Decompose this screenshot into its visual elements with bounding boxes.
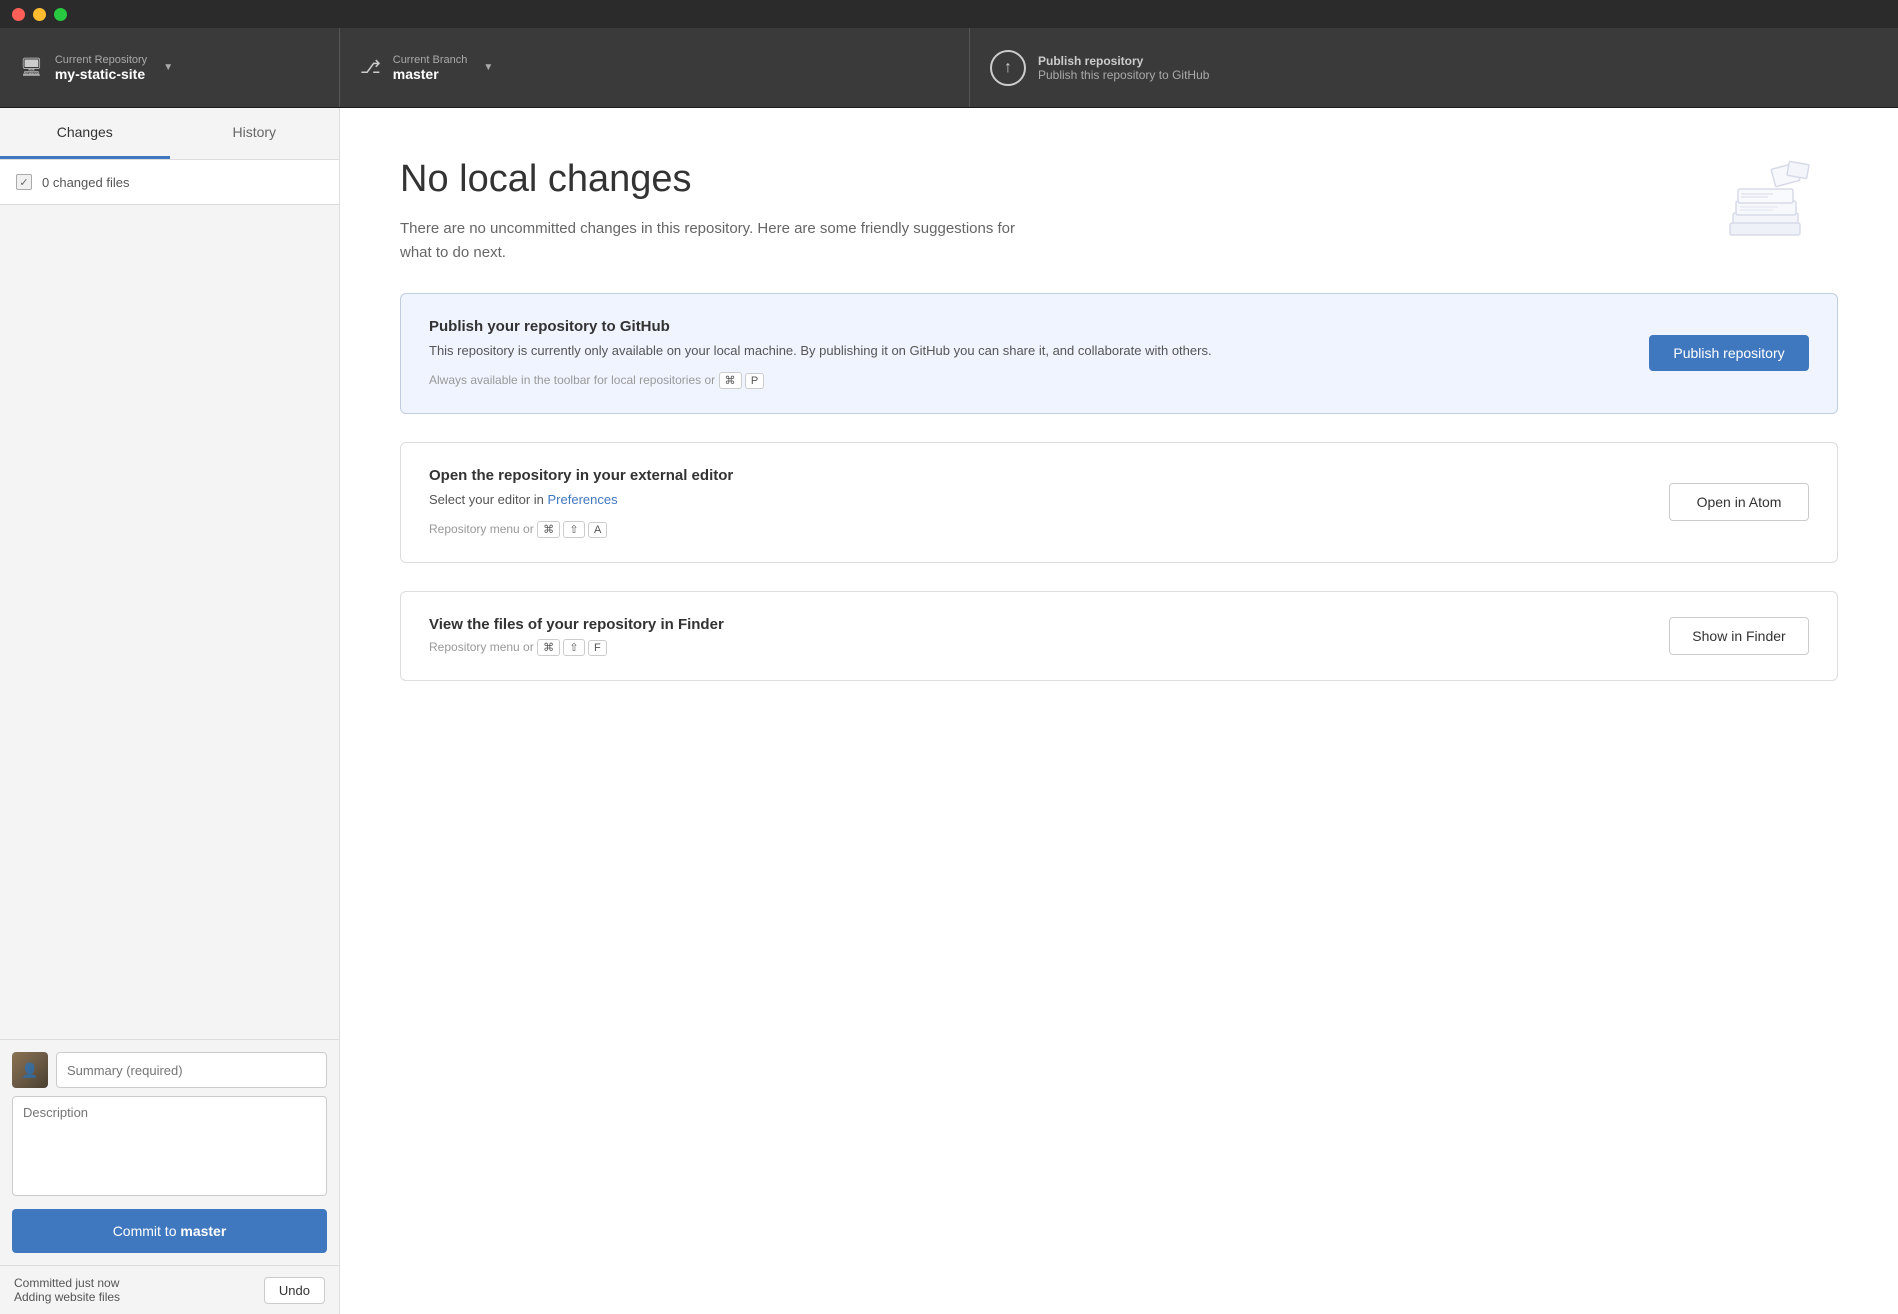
repo-info: Current Repository my-static-site bbox=[55, 54, 147, 82]
finder-card: View the files of your repository in Fin… bbox=[400, 591, 1838, 681]
repo-name: my-static-site bbox=[55, 66, 147, 82]
editor-card: Open the repository in your external edi… bbox=[400, 442, 1838, 563]
commit-button[interactable]: Commit to master bbox=[12, 1209, 327, 1253]
main-content: No local changes There are no uncommitte… bbox=[340, 108, 1898, 1314]
maximize-button[interactable] bbox=[54, 8, 67, 21]
editor-card-title: Open the repository in your external edi… bbox=[429, 467, 1649, 484]
finder-card-content: View the files of your repository in Fin… bbox=[429, 616, 1649, 656]
publish-card-title: Publish your repository to GitHub bbox=[429, 318, 1629, 335]
status-bar: Committed just now Adding website files … bbox=[0, 1265, 339, 1314]
publish-card-desc: This repository is currently only availa… bbox=[429, 341, 1629, 362]
files-list-area bbox=[0, 205, 339, 1039]
show-in-finder-button[interactable]: Show in Finder bbox=[1669, 617, 1809, 655]
titlebar bbox=[0, 0, 1898, 28]
commit-message: Adding website files bbox=[14, 1290, 120, 1304]
publish-card-hint: Always available in the toolbar for loca… bbox=[429, 372, 1629, 389]
avatar: 👤 bbox=[12, 1052, 48, 1088]
publish-icon: ↑ bbox=[990, 50, 1026, 86]
tab-changes[interactable]: Changes bbox=[0, 108, 170, 159]
changed-files-count: 0 changed files bbox=[42, 175, 129, 190]
minimize-button[interactable] bbox=[33, 8, 46, 21]
close-button[interactable] bbox=[12, 8, 25, 21]
no-changes-title: No local changes bbox=[400, 158, 1838, 201]
summary-input[interactable] bbox=[56, 1052, 327, 1088]
publish-title: Publish repository bbox=[1038, 54, 1209, 68]
editor-card-content: Open the repository in your external edi… bbox=[429, 467, 1649, 538]
sidebar-tabs: Changes History bbox=[0, 108, 339, 160]
finder-kbd1: ⌘ bbox=[537, 639, 560, 656]
publish-card: Publish your repository to GitHub This r… bbox=[400, 293, 1838, 414]
editor-kbd3: A bbox=[588, 522, 607, 538]
publish-kbd2: P bbox=[745, 373, 764, 389]
repo-icon: 🖥 bbox=[20, 57, 43, 78]
finder-kbd3: F bbox=[588, 640, 607, 656]
main-layout: Changes History ✓ 0 changed files 👤 bbox=[0, 108, 1898, 1314]
editor-kbd1: ⌘ bbox=[537, 521, 560, 538]
open-in-atom-button[interactable]: Open in Atom bbox=[1669, 483, 1809, 521]
branch-icon: ⎇ bbox=[360, 57, 381, 78]
commit-summary-row: 👤 bbox=[12, 1052, 327, 1088]
commit-button-label: Commit to master bbox=[113, 1223, 227, 1239]
branch-label: Current Branch bbox=[393, 54, 468, 66]
undo-button[interactable]: Undo bbox=[264, 1277, 325, 1304]
editor-card-hint: Repository menu or ⌘ ⇧ A bbox=[429, 521, 1649, 538]
tab-history[interactable]: History bbox=[170, 108, 340, 159]
description-textarea[interactable] bbox=[12, 1096, 327, 1196]
finder-card-hint: Repository menu or ⌘ ⇧ F bbox=[429, 639, 1649, 656]
publish-card-content: Publish your repository to GitHub This r… bbox=[429, 318, 1629, 389]
branch-name: master bbox=[393, 66, 468, 82]
publish-kbd1: ⌘ bbox=[719, 372, 742, 389]
commit-status: Committed just now Adding website files bbox=[14, 1276, 120, 1304]
branch-info: Current Branch master bbox=[393, 54, 468, 82]
repo-label: Current Repository bbox=[55, 54, 147, 66]
no-changes-desc: There are no uncommitted changes in this… bbox=[400, 217, 1040, 265]
publish-info: Publish repository Publish this reposito… bbox=[1038, 54, 1209, 82]
editor-card-desc: Select your editor in Preferences bbox=[429, 490, 1649, 511]
branch-chevron-icon: ▼ bbox=[483, 62, 493, 73]
publish-desc: Publish this repository to GitHub bbox=[1038, 68, 1209, 82]
preferences-link[interactable]: Preferences bbox=[548, 492, 618, 507]
commit-area: 👤 Commit to master bbox=[0, 1039, 339, 1265]
current-repo-section[interactable]: 🖥 Current Repository my-static-site ▼ bbox=[0, 28, 340, 107]
commit-time: Committed just now bbox=[14, 1276, 120, 1290]
sidebar: Changes History ✓ 0 changed files 👤 bbox=[0, 108, 340, 1314]
select-all-checkbox[interactable]: ✓ bbox=[16, 174, 32, 190]
commit-branch-name: master bbox=[180, 1223, 226, 1239]
publish-repo-section[interactable]: ↑ Publish repository Publish this reposi… bbox=[970, 28, 1898, 107]
illustration bbox=[1718, 158, 1838, 263]
changed-files-row: ✓ 0 changed files bbox=[0, 160, 339, 205]
toolbar: 🖥 Current Repository my-static-site ▼ ⎇ … bbox=[0, 28, 1898, 108]
publish-repo-button[interactable]: Publish repository bbox=[1649, 335, 1809, 371]
editor-kbd2: ⇧ bbox=[563, 521, 584, 538]
current-branch-section[interactable]: ⎇ Current Branch master ▼ bbox=[340, 28, 970, 107]
finder-kbd2: ⇧ bbox=[563, 639, 584, 656]
finder-card-title: View the files of your repository in Fin… bbox=[429, 616, 1649, 633]
repo-chevron-icon: ▼ bbox=[163, 62, 173, 73]
